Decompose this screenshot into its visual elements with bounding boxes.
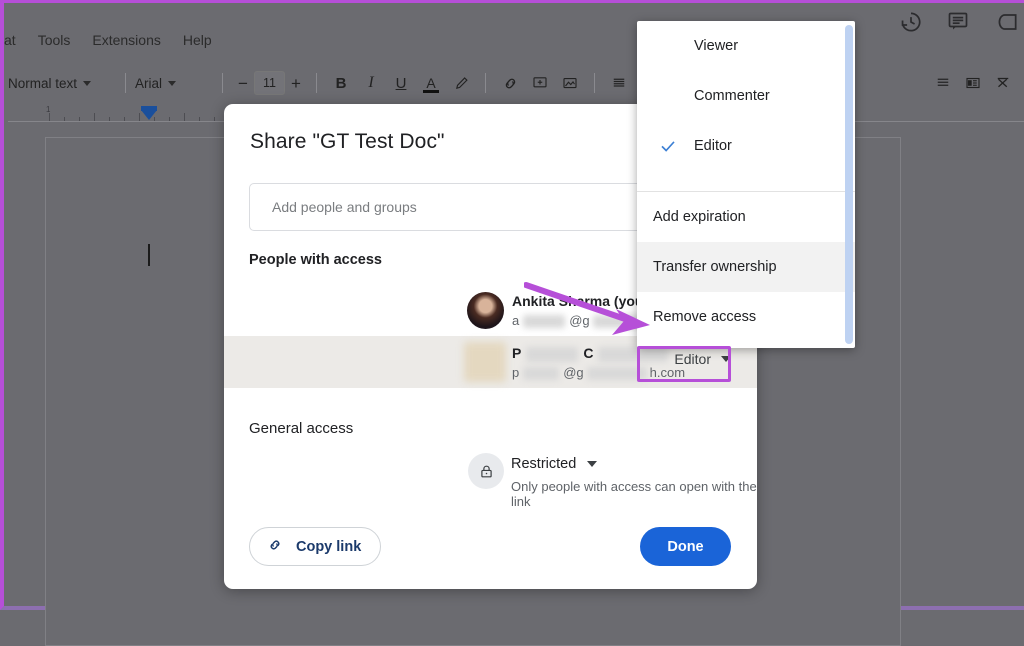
avatar <box>464 342 506 382</box>
email-mid: @g <box>563 365 583 380</box>
general-access-label: Restricted <box>511 456 576 472</box>
toolbar-divider <box>594 73 595 93</box>
link-icon <box>266 536 284 558</box>
indent-icon[interactable] <box>958 69 988 97</box>
ruler-tick <box>184 113 185 121</box>
docs-toolbar: Normal text Arial − 11 + B I U A <box>4 63 1024 103</box>
menu-extensions[interactable]: Extensions <box>81 32 171 48</box>
toolbar-divider <box>222 73 223 93</box>
done-label: Done <box>667 539 703 555</box>
menu-item-label: Remove access <box>653 309 756 325</box>
chevron-down-icon <box>168 81 176 86</box>
general-access-heading: General access <box>249 420 353 437</box>
menu-item-viewer[interactable]: Viewer <box>637 21 855 71</box>
indent-marker-icon[interactable] <box>141 110 157 120</box>
menu-item-label: Viewer <box>694 38 738 54</box>
ruler-tick <box>139 113 140 121</box>
page-title: Share "GT Test Doc" <box>250 130 445 154</box>
increase-font-size-button[interactable]: + <box>285 75 307 92</box>
annotated-screenshot-frame: at Tools Extensions Help <box>0 0 1024 610</box>
person-name-initial: C <box>583 345 593 361</box>
add-comment-icon[interactable] <box>525 69 555 97</box>
font-family-dropdown[interactable]: Arial <box>135 69 213 97</box>
menu-help[interactable]: Help <box>172 32 223 48</box>
copy-link-label: Copy link <box>296 539 361 555</box>
insert-link-icon[interactable] <box>495 69 525 97</box>
align-icon[interactable] <box>604 69 634 97</box>
avatar <box>467 292 504 329</box>
ruler-tick <box>214 117 215 121</box>
email-mid: @g <box>569 313 589 328</box>
annotation-highlight-box <box>637 346 731 382</box>
ruler-tick <box>109 117 110 121</box>
menu-tools[interactable]: Tools <box>27 32 82 48</box>
redaction-block <box>523 315 565 328</box>
line-spacing-icon[interactable] <box>928 69 958 97</box>
toolbar-divider <box>125 73 126 93</box>
meet-icon[interactable] <box>994 9 1020 35</box>
general-access-description: Only people with access can open with th… <box>511 479 757 509</box>
menu-item-label: Commenter <box>694 88 770 104</box>
email-prefix: a <box>512 313 519 328</box>
ruler-tick <box>124 117 125 121</box>
paragraph-style-dropdown[interactable]: Normal text <box>4 69 116 97</box>
redaction-block <box>526 347 578 362</box>
general-access-dropdown[interactable]: Restricted <box>511 456 597 472</box>
menu-item-label: Editor <box>694 138 732 154</box>
person-name-initial: P <box>512 345 521 361</box>
ruler-tick <box>169 117 170 121</box>
people-with-access-heading: People with access <box>249 252 382 268</box>
ruler-tick <box>79 117 80 121</box>
redaction-block <box>523 367 559 380</box>
menu-scrollbar[interactable] <box>845 25 853 344</box>
role-dropdown-menu: Viewer Commenter Editor Add expiration T… <box>637 21 855 348</box>
insert-image-icon[interactable] <box>555 69 585 97</box>
text-cursor <box>148 244 150 266</box>
menu-item-commenter[interactable]: Commenter <box>637 71 855 121</box>
docs-top-right-icons <box>898 9 1020 35</box>
ruler-tick <box>94 113 95 121</box>
toolbar-divider <box>316 73 317 93</box>
menu-item-add-expiration[interactable]: Add expiration <box>637 192 855 242</box>
copy-link-button[interactable]: Copy link <box>249 527 381 566</box>
add-people-placeholder: Add people and groups <box>272 199 417 215</box>
lock-icon <box>468 453 504 489</box>
font-family-label: Arial <box>135 76 162 91</box>
email-prefix: p <box>512 365 519 380</box>
decrease-font-size-button[interactable]: − <box>232 75 254 92</box>
font-size-input[interactable]: 11 <box>254 71 285 95</box>
menu-format-partial[interactable]: at <box>4 32 27 48</box>
version-history-icon[interactable] <box>898 9 924 35</box>
bold-button[interactable]: B <box>326 69 356 97</box>
clear-formatting-icon[interactable] <box>988 69 1018 97</box>
check-icon <box>659 137 677 155</box>
chevron-down-icon <box>587 461 597 467</box>
menu-item-remove-access[interactable]: Remove access <box>637 292 855 342</box>
person-name: Ankita Sharma (you) <box>512 293 648 309</box>
ruler-tick <box>49 113 50 121</box>
docs-toolbar-right-group <box>928 63 1018 103</box>
comment-icon[interactable] <box>946 9 972 35</box>
docs-menubar: at Tools Extensions Help <box>4 23 1024 57</box>
paragraph-style-label: Normal text <box>8 76 77 91</box>
menu-item-label: Transfer ownership <box>653 259 777 275</box>
chevron-down-icon <box>83 81 91 86</box>
highlight-color-icon[interactable] <box>446 69 476 97</box>
text-color-button[interactable]: A <box>416 69 446 97</box>
underline-button[interactable]: U <box>386 69 416 97</box>
done-button[interactable]: Done <box>640 527 731 566</box>
italic-button[interactable]: I <box>356 69 386 97</box>
ruler-tick <box>64 117 65 121</box>
ruler-tick <box>199 117 200 121</box>
toolbar-divider <box>485 73 486 93</box>
menu-item-transfer-ownership[interactable]: Transfer ownership <box>637 242 855 292</box>
menu-item-label: Add expiration <box>653 209 746 225</box>
menu-item-editor[interactable]: Editor <box>637 121 855 171</box>
